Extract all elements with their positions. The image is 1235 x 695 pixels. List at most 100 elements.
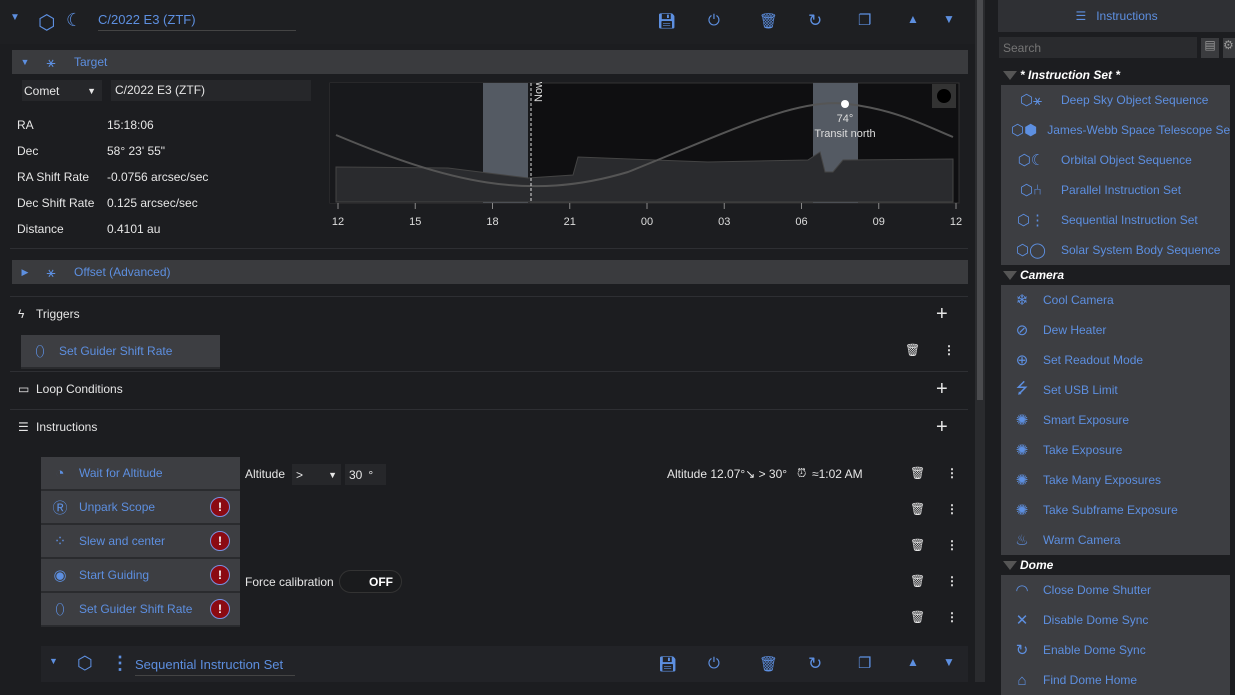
library-item[interactable]: ❄ Cool Camera xyxy=(1001,285,1230,315)
delete-icon[interactable]: 🗑︎ xyxy=(910,574,925,588)
category-header[interactable]: * Instruction Set * xyxy=(998,65,1235,85)
cool-camera-icon: ❄ xyxy=(1015,292,1029,309)
trigger-set-guider-shift-rate[interactable]: ⬯ Set Guider Shift Rate xyxy=(21,335,220,369)
instruction-wait-for-altitude[interactable]: ◔ Wait for Altitude xyxy=(41,457,240,491)
more-icon[interactable]: ⋮ xyxy=(946,466,958,480)
library-item[interactable]: ⬡⚹ Deep Sky Object Sequence xyxy=(1001,85,1230,115)
more-icon[interactable]: ⋮ xyxy=(946,610,958,624)
search-input[interactable] xyxy=(999,37,1197,58)
library-item-label: Take Many Exposures xyxy=(1043,473,1162,487)
library-item[interactable]: ⬡⬢ James-Webb Space Telescope Sequence xyxy=(1001,115,1230,145)
instruction-slew-and-center[interactable]: ⁘ Slew and center! xyxy=(41,525,240,559)
add-instruction-button[interactable]: + xyxy=(936,416,948,439)
x-tick-label: 00 xyxy=(641,216,653,228)
library-item-label: Find Dome Home xyxy=(1043,673,1138,687)
set-title-input[interactable]: Sequential Instruction Set xyxy=(135,657,295,676)
instruction-set-guider-shift-rate[interactable]: ⬯ Set Guider Shift Rate! xyxy=(41,593,240,627)
add-loop-condition-button[interactable]: + xyxy=(936,378,948,401)
library-item[interactable]: ⬡☾ Orbital Object Sequence xyxy=(1001,145,1230,175)
library-item-label: Take Exposure xyxy=(1043,443,1123,457)
power-icon[interactable]: ⏻ xyxy=(708,12,720,29)
library-item[interactable]: ✺ Take Exposure xyxy=(1001,435,1230,465)
library-item[interactable]: ⬡⑃ Parallel Instruction Set xyxy=(1001,175,1230,205)
move-down-icon[interactable]: ▼ xyxy=(943,12,955,26)
collapse-chevron-icon[interactable]: ▼ xyxy=(10,12,20,23)
duplicate-icon[interactable]: ❐ xyxy=(858,11,871,29)
reset-icon[interactable]: ↻ xyxy=(808,11,822,31)
reset-icon[interactable]: ↻ xyxy=(808,654,822,674)
smart-exposure-icon: ✺ xyxy=(1015,412,1029,429)
scrollbar-thumb[interactable] xyxy=(977,0,983,400)
main-scrollbar[interactable] xyxy=(975,0,985,682)
instruction-start-guiding[interactable]: ◉ Start Guiding! xyxy=(41,559,240,593)
delete-icon[interactable]: 🗑︎ xyxy=(910,466,925,480)
container-box-icon: ⬡ xyxy=(77,653,93,673)
library-item[interactable]: ⭍ Set USB Limit xyxy=(1001,375,1230,405)
library-item[interactable]: ✕ Disable Dome Sync xyxy=(1001,605,1230,635)
collapse-chevron-icon[interactable]: ▼ xyxy=(49,656,58,666)
delete-icon[interactable]: 🗑︎ xyxy=(759,655,778,673)
settings-gear-icon[interactable]: ⚙ xyxy=(1223,38,1235,58)
delete-icon[interactable]: 🗑︎ xyxy=(759,12,778,30)
library-item[interactable]: ↻ Enable Dome Sync xyxy=(1001,635,1230,665)
library-item-label: Solar System Body Sequence xyxy=(1061,243,1221,257)
move-up-icon[interactable]: ▲ xyxy=(907,12,919,26)
save-icon[interactable]: 💾︎ xyxy=(658,655,677,673)
sequential-instruction-set-icon: ⬡⋮ xyxy=(1016,212,1046,229)
altitude-input[interactable]: 30 ° xyxy=(345,464,386,485)
instructions-label: Instructions xyxy=(36,420,98,434)
warm-camera-icon: ♨ xyxy=(1015,532,1029,549)
library-item[interactable]: ⊕ Set Readout Mode xyxy=(1001,345,1230,375)
offset-section-header[interactable]: ▶ ⚹ Offset (Advanced) xyxy=(12,260,968,284)
library-item-label: Sequential Instruction Set xyxy=(1061,213,1198,227)
container-box-icon: ⬡ xyxy=(38,12,56,34)
move-up-icon[interactable]: ▲ xyxy=(907,655,919,669)
unpark-icon: Ⓡ xyxy=(52,499,68,517)
sequence-title-input[interactable]: C/2022 E3 (ZTF) xyxy=(98,12,296,31)
more-icon[interactable]: ⋮ xyxy=(946,574,958,588)
library-item[interactable]: ⬡◯ Solar System Body Sequence xyxy=(1001,235,1230,265)
force-calibration-toggle[interactable]: OFF xyxy=(339,570,402,593)
more-icon[interactable]: ⋮ xyxy=(946,502,958,516)
library-item[interactable]: ◠ Close Dome Shutter xyxy=(1001,575,1230,605)
collapse-all-icon[interactable]: ▤ xyxy=(1201,38,1219,58)
library-item[interactable]: ✺ Smart Exposure xyxy=(1001,405,1230,435)
error-icon[interactable]: ! xyxy=(210,531,230,551)
library-item[interactable]: ⊘ Dew Heater xyxy=(1001,315,1230,345)
library-item[interactable]: ⬡⋮ Sequential Instruction Set xyxy=(1001,205,1230,235)
instruction-list: ◔ Wait for Altitude Ⓡ Unpark Scope! ⁘ Slew … xyxy=(41,457,240,627)
more-icon[interactable]: ⋮ xyxy=(943,343,955,357)
force-calibration-label: Force calibration xyxy=(245,575,334,589)
category-header[interactable]: Camera xyxy=(998,265,1235,285)
more-icon[interactable]: ⋮ xyxy=(946,538,958,552)
category-header[interactable]: Dome xyxy=(998,555,1235,575)
delete-icon[interactable]: 🗑︎ xyxy=(910,538,925,552)
duplicate-icon[interactable]: ❐ xyxy=(858,654,871,672)
x-tick-label: 06 xyxy=(795,216,807,228)
target-type-select[interactable]: Comet ▼ xyxy=(22,80,102,101)
add-trigger-button[interactable]: + xyxy=(936,303,948,326)
error-icon[interactable]: ! xyxy=(210,565,230,585)
library-item[interactable]: ✺ Take Subframe Exposure xyxy=(1001,495,1230,525)
error-icon[interactable]: ! xyxy=(210,599,230,619)
delete-icon[interactable]: 🗑︎ xyxy=(905,343,920,357)
save-icon[interactable]: 💾︎ xyxy=(657,12,676,30)
move-down-icon[interactable]: ▼ xyxy=(943,655,955,669)
library-item-label: Take Subframe Exposure xyxy=(1043,503,1178,517)
delete-icon[interactable]: 🗑︎ xyxy=(910,610,925,624)
library-item[interactable]: ⌂ Find Dome Home xyxy=(1001,665,1230,695)
comparator-select[interactable]: > ▼ xyxy=(292,464,341,485)
library-item[interactable]: ✺ Take Many Exposures xyxy=(1001,465,1230,495)
clipboard-icon: ▭ xyxy=(18,382,30,396)
close-dome-shutter-icon: ◠ xyxy=(1015,582,1029,599)
library-item[interactable]: ♨ Warm Camera xyxy=(1001,525,1230,555)
error-icon[interactable]: ! xyxy=(210,497,230,517)
power-icon[interactable]: ⏻ xyxy=(708,655,720,672)
delete-icon[interactable]: 🗑︎ xyxy=(910,502,925,516)
target-section-header[interactable]: ▼ ⚹ Target xyxy=(12,50,968,74)
slew-icon: ⁘ xyxy=(53,533,67,550)
instruction-unpark-scope[interactable]: Ⓡ Unpark Scope! xyxy=(41,491,240,525)
target-name-input[interactable]: C/2022 E3 (ZTF) xyxy=(111,80,311,101)
altitude-clock-icon: ◔ xyxy=(55,464,65,482)
sidebar-title: Instructions xyxy=(1096,9,1158,23)
